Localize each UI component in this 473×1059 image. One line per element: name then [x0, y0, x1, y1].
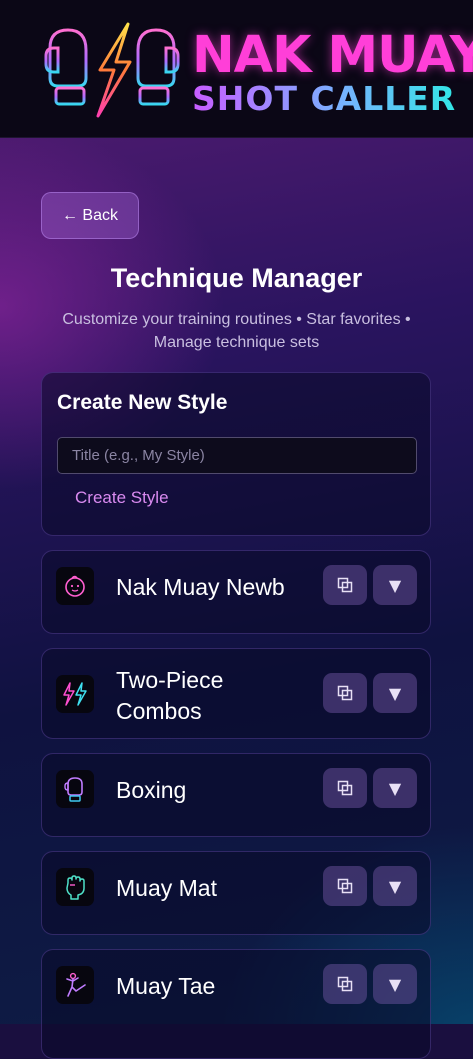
expand-button[interactable]: ▼: [373, 673, 417, 713]
expand-triangle-icon: ▼: [388, 876, 402, 896]
duplicate-icon: [337, 577, 353, 593]
boxing-gloves-lightning-logo: [44, 22, 180, 118]
create-style-button[interactable]: Create Style: [75, 488, 169, 508]
style-card[interactable]: Boxing ▼: [41, 753, 431, 837]
app-title-line1: NAK MUAY: [192, 26, 473, 85]
style-name: Muay Tae: [116, 973, 216, 999]
duplicate-button[interactable]: [323, 768, 367, 808]
duplicate-button[interactable]: [323, 866, 367, 906]
create-style-heading: Create New Style: [57, 391, 228, 414]
duplicate-button[interactable]: [323, 565, 367, 605]
style-card[interactable]: Muay Mat ▼: [41, 851, 431, 935]
style-name: Nak Muay Newb: [116, 574, 285, 600]
expand-triangle-icon: ▼: [388, 974, 402, 994]
back-button[interactable]: ← Back: [41, 192, 139, 239]
style-title-input[interactable]: [57, 437, 417, 474]
boxing-glove-icon: [56, 770, 94, 808]
duplicate-button[interactable]: [323, 964, 367, 1004]
expand-button[interactable]: ▼: [373, 768, 417, 808]
create-style-card: Create New Style Create Style: [41, 372, 431, 536]
duplicate-icon: [337, 878, 353, 894]
page-subtitle: Customize your training routines • Star …: [62, 311, 411, 351]
app-title-line2: SHOT CALLER: [192, 79, 457, 118]
expand-button[interactable]: ▼: [373, 964, 417, 1004]
app-header: NAK MUAY SHOT CALLER: [0, 0, 473, 138]
fist-icon: [56, 868, 94, 906]
expand-button[interactable]: ▼: [373, 565, 417, 605]
page-title: Technique Manager: [110, 263, 363, 293]
kick-icon: [56, 966, 94, 1004]
style-name: Two-Piece Combos: [116, 667, 224, 724]
style-card[interactable]: Muay Tae ▼: [41, 949, 431, 1059]
duplicate-button[interactable]: [323, 673, 367, 713]
back-button-label: ← Back: [61, 206, 118, 224]
style-card[interactable]: Two-Piece Combos ▼: [41, 648, 431, 739]
double-lightning-icon: [56, 675, 94, 713]
expand-triangle-icon: ▼: [388, 683, 402, 703]
expand-triangle-icon: ▼: [388, 778, 402, 798]
style-name: Muay Mat: [116, 875, 217, 901]
duplicate-icon: [337, 976, 353, 992]
expand-triangle-icon: ▼: [388, 575, 402, 595]
baby-face-icon: [56, 567, 94, 605]
style-name: Boxing: [116, 777, 187, 803]
style-card[interactable]: Nak Muay Newb ▼: [41, 550, 431, 634]
duplicate-icon: [337, 685, 353, 701]
duplicate-icon: [337, 780, 353, 796]
expand-button[interactable]: ▼: [373, 866, 417, 906]
